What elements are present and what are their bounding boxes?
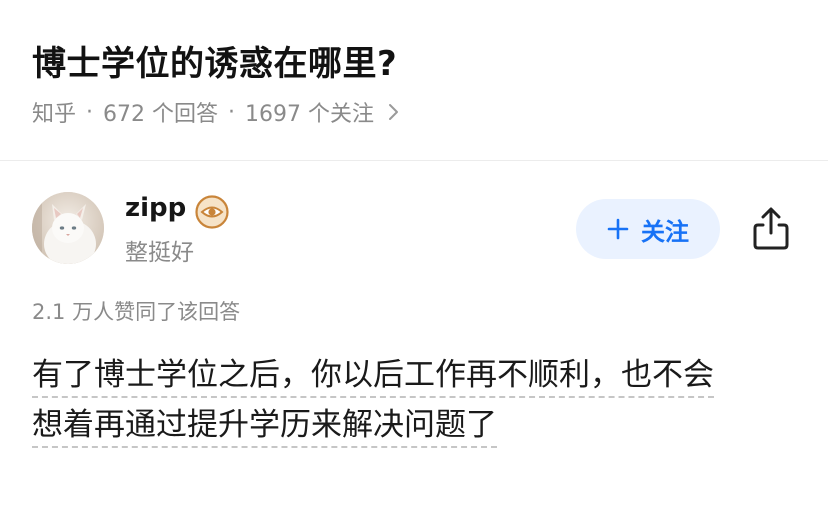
separator-dot: ·	[228, 99, 236, 125]
author-bio: 整挺好	[125, 240, 194, 266]
cat-avatar-image	[32, 192, 104, 264]
answer-line: 有了博士学位之后，你以后工作再不顺利，也不会	[32, 357, 714, 398]
answer-line: 想着再通过提升学历来解决问题了	[32, 407, 497, 448]
avatar[interactable]	[32, 192, 104, 264]
question-title[interactable]: 博士学位的诱惑在哪里?	[32, 36, 397, 85]
question-meta[interactable]: 知乎 · 672 个回答 · 1697 个关注	[32, 96, 400, 128]
answers-count: 672 个回答	[103, 102, 219, 127]
followers-count: 1697 个关注	[245, 102, 374, 127]
share-icon[interactable]	[750, 205, 792, 251]
source-label: 知乎	[32, 102, 77, 127]
chevron-right-icon	[389, 104, 398, 120]
follow-label: 关注	[641, 217, 689, 246]
vote-count: 2.1 万人赞同了该回答	[32, 300, 241, 324]
eye-badge-icon	[195, 195, 229, 229]
follow-button[interactable]: 关注	[576, 199, 720, 259]
section-divider	[0, 160, 828, 161]
author-name[interactable]: zipp	[125, 193, 186, 223]
separator-dot: ·	[86, 99, 94, 125]
answer-content[interactable]: 有了博士学位之后，你以后工作再不顺利，也不会 想着再通过提升学历来解决问题了	[32, 350, 802, 450]
plus-icon	[607, 218, 629, 240]
